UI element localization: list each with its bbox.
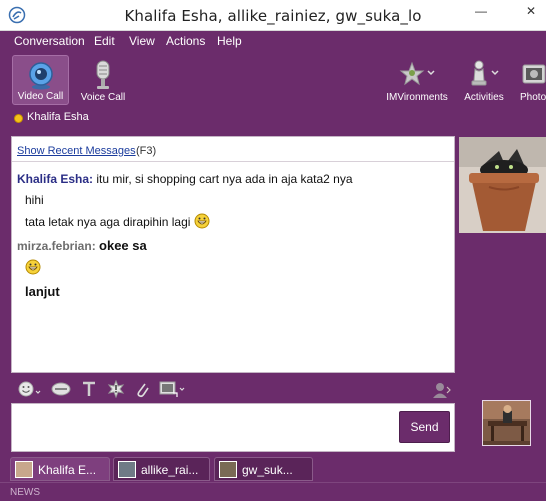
video-call-button[interactable]: Video Call: [12, 55, 69, 105]
webcam-icon: [28, 62, 53, 90]
format-toolbar: [11, 375, 455, 403]
bench-photo-image: [483, 401, 530, 445]
photos-button[interactable]: Photo: [516, 55, 546, 105]
show-recent-messages-link[interactable]: Show Recent Messages: [17, 145, 136, 157]
contact-avatar[interactable]: [459, 137, 546, 233]
tab-avatar: [219, 461, 237, 478]
big-grin-emoticon-icon: [194, 213, 210, 229]
tab-label: allike_rai...: [141, 463, 199, 477]
tab-allike-rainiez[interactable]: allike_rai...: [113, 457, 210, 481]
toolbar: Video Call Voice Call IMVironments Activ…: [0, 53, 546, 109]
message-line: [25, 259, 41, 275]
window-title: Khalifa Esha, allike_rainiez, gw_suka_lo: [124, 7, 422, 25]
tab-avatar: [118, 461, 136, 478]
video-call-label: Video Call: [17, 91, 64, 102]
recent-messages-bar: Show Recent Messages (F3): [12, 137, 454, 162]
tab-label: Khalifa E...: [38, 463, 97, 477]
my-avatar[interactable]: [482, 400, 531, 446]
tab-khalifa-esha[interactable]: Khalifa E...: [10, 457, 110, 481]
close-button[interactable]: ✕: [516, 0, 546, 22]
message-line: Khalifa Esha: itu mir, si shopping cart …: [17, 172, 353, 186]
activities-label: Activities: [464, 92, 504, 103]
tab-avatar: [15, 461, 33, 478]
imvironments-button[interactable]: IMVironments: [384, 55, 450, 105]
message-line: mirza.febrian: okee sa: [17, 238, 147, 253]
voice-call-label: Voice Call: [80, 92, 126, 103]
photos-label: Photo: [520, 92, 546, 103]
minimize-button[interactable]: —: [466, 0, 496, 22]
voice-call-button[interactable]: Voice Call: [76, 55, 130, 105]
imvironments-icon: [399, 61, 435, 86]
message-text: itu mir, si shopping cart nya ada in aja…: [96, 172, 353, 186]
paperclip-icon[interactable]: [134, 380, 150, 398]
cat-in-pot-image: [459, 137, 546, 233]
message-history[interactable]: Show Recent Messages (F3) Khalifa Esha: …: [11, 136, 455, 373]
menu-bar: Conversation Edit View Actions Help: [0, 31, 546, 53]
photos-icon: [522, 64, 546, 84]
message-line: hihi: [25, 193, 44, 207]
microphone-icon: [96, 60, 110, 89]
message-sender: Khalifa Esha:: [17, 172, 94, 186]
message-text: okee sa: [99, 238, 147, 253]
message-text: hihi: [25, 193, 44, 207]
smiley-icon[interactable]: [17, 380, 43, 398]
activities-button[interactable]: Activities: [461, 55, 507, 105]
menu-help[interactable]: Help: [217, 34, 242, 48]
news-label[interactable]: NEWS: [10, 487, 40, 498]
news-bar: NEWS: [0, 482, 546, 501]
send-button[interactable]: Send: [399, 411, 450, 443]
message-line: lanjut: [25, 284, 60, 299]
title-bar: Khalifa Esha, allike_rainiez, gw_suka_lo…: [0, 0, 546, 31]
tab-label: gw_suk...: [242, 463, 293, 477]
message-input[interactable]: [11, 403, 455, 452]
status-indicator: [14, 114, 23, 123]
message-line: tata letak nya aga dirapihin lagi: [25, 213, 210, 229]
contact-name[interactable]: Khalifa Esha: [27, 111, 89, 123]
message-text: lanjut: [25, 284, 60, 299]
menu-edit[interactable]: Edit: [94, 34, 115, 48]
share-icon[interactable]: [158, 380, 188, 400]
contact-bar: Khalifa Esha: [0, 109, 546, 129]
menu-conversation[interactable]: Conversation: [14, 34, 85, 48]
menu-actions[interactable]: Actions: [166, 34, 205, 48]
imvironments-label: IMVironments: [386, 92, 448, 103]
buzz-icon[interactable]: [51, 380, 71, 398]
chess-piece-icon: [471, 60, 499, 86]
message-text: tata letak nya aga dirapihin lagi: [25, 215, 191, 229]
big-grin-emoticon-icon: [25, 259, 41, 275]
menu-view[interactable]: View: [129, 34, 155, 48]
tab-gw-suka-lo[interactable]: gw_suk...: [214, 457, 313, 481]
message-sender: mirza.febrian:: [17, 239, 96, 253]
text-format-icon[interactable]: [81, 380, 97, 398]
alert-icon[interactable]: [107, 380, 125, 398]
contact-card-icon[interactable]: [432, 381, 452, 399]
recent-messages-shortcut: (F3): [136, 145, 157, 157]
conversation-tabs: Khalifa E... allike_rai... gw_suk...: [0, 455, 546, 482]
